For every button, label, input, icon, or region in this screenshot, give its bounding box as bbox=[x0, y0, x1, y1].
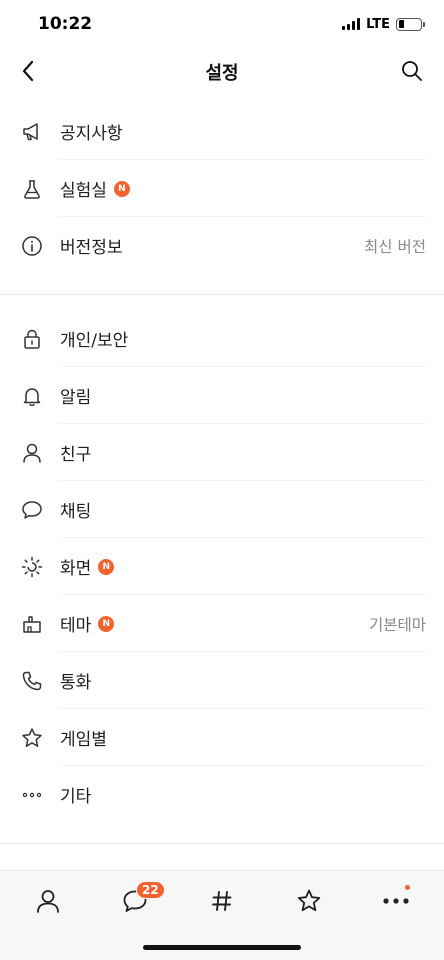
tab-shopping[interactable] bbox=[279, 881, 339, 921]
info-icon bbox=[21, 235, 43, 257]
menu-label: 통화 bbox=[60, 673, 92, 693]
more-dots-icon bbox=[383, 898, 409, 904]
person-icon bbox=[37, 890, 59, 913]
status-bar: 10:22 LTE bbox=[0, 0, 444, 46]
new-badge: N bbox=[98, 558, 115, 575]
unread-badge: 22 bbox=[136, 881, 165, 899]
tab-chats[interactable]: 22 bbox=[105, 881, 165, 921]
section-divider bbox=[0, 843, 444, 844]
menu-item-theme[interactable]: 테마 N 기본테마 bbox=[0, 595, 444, 652]
speech-bubble-icon bbox=[21, 499, 43, 521]
bell-icon bbox=[21, 385, 43, 407]
menu-item-call[interactable]: 통화 bbox=[0, 652, 444, 709]
menu-label: 테마 bbox=[60, 616, 92, 636]
menu-label: 개인/보안 bbox=[60, 331, 129, 351]
status-indicators: LTE bbox=[342, 14, 425, 34]
menu-label: 알림 bbox=[60, 388, 92, 408]
page-title: 설정 bbox=[205, 63, 239, 84]
menu-label: 친구 bbox=[60, 445, 92, 465]
menu-item-chat[interactable]: 채팅 bbox=[0, 481, 444, 538]
star-icon bbox=[21, 727, 43, 749]
more-dots-icon bbox=[21, 784, 43, 806]
status-time: 10:22 bbox=[38, 14, 93, 34]
new-badge: N bbox=[98, 615, 115, 632]
notification-dot bbox=[405, 885, 410, 890]
menu-item-display[interactable]: 화면 N bbox=[0, 538, 444, 595]
menu-label: 화면 bbox=[60, 559, 92, 579]
hashtag-icon bbox=[212, 891, 232, 911]
menu-item-friends[interactable]: 친구 bbox=[0, 424, 444, 481]
menu-item-notice[interactable]: 공지사항 bbox=[0, 103, 444, 160]
tab-friends[interactable] bbox=[18, 881, 78, 921]
network-type: LTE bbox=[366, 16, 390, 32]
menu-label: 실험실 bbox=[60, 181, 107, 201]
person-icon bbox=[21, 442, 43, 464]
star-icon bbox=[297, 889, 321, 912]
theme-value: 기본테마 bbox=[368, 615, 426, 634]
search-button[interactable] bbox=[398, 57, 426, 85]
home-indicator bbox=[143, 945, 301, 950]
section-divider bbox=[0, 294, 444, 295]
menu-label: 게임별 bbox=[60, 730, 107, 750]
megaphone-icon bbox=[21, 121, 43, 143]
menu-label: 버전정보 bbox=[60, 238, 123, 258]
menu-item-etc[interactable]: 기타 bbox=[0, 766, 444, 823]
flask-icon bbox=[21, 178, 43, 200]
search-icon bbox=[402, 61, 422, 81]
new-badge: N bbox=[113, 180, 130, 197]
menu-item-lab[interactable]: 실험실 N bbox=[0, 160, 444, 217]
menu-item-privacy[interactable]: 개인/보안 bbox=[0, 310, 444, 367]
brightness-icon bbox=[21, 556, 43, 578]
menu-label: 공지사항 bbox=[60, 124, 123, 144]
phone-icon bbox=[21, 670, 43, 692]
tab-more[interactable] bbox=[366, 881, 426, 921]
menu-item-alarm[interactable]: 알림 bbox=[0, 367, 444, 424]
menu-label: 기타 bbox=[60, 787, 92, 807]
menu-item-version[interactable]: 버전정보 최신 버전 bbox=[0, 217, 444, 274]
header: 설정 bbox=[0, 46, 444, 96]
menu-label: 채팅 bbox=[60, 502, 92, 522]
signal-icon bbox=[342, 18, 361, 30]
lock-icon bbox=[21, 328, 43, 350]
version-value: 최신 버전 bbox=[364, 237, 426, 256]
battery-icon bbox=[396, 17, 425, 31]
paint-roller-icon bbox=[21, 613, 43, 635]
tab-openchat[interactable] bbox=[192, 881, 252, 921]
menu-item-game[interactable]: 게임별 bbox=[0, 709, 444, 766]
